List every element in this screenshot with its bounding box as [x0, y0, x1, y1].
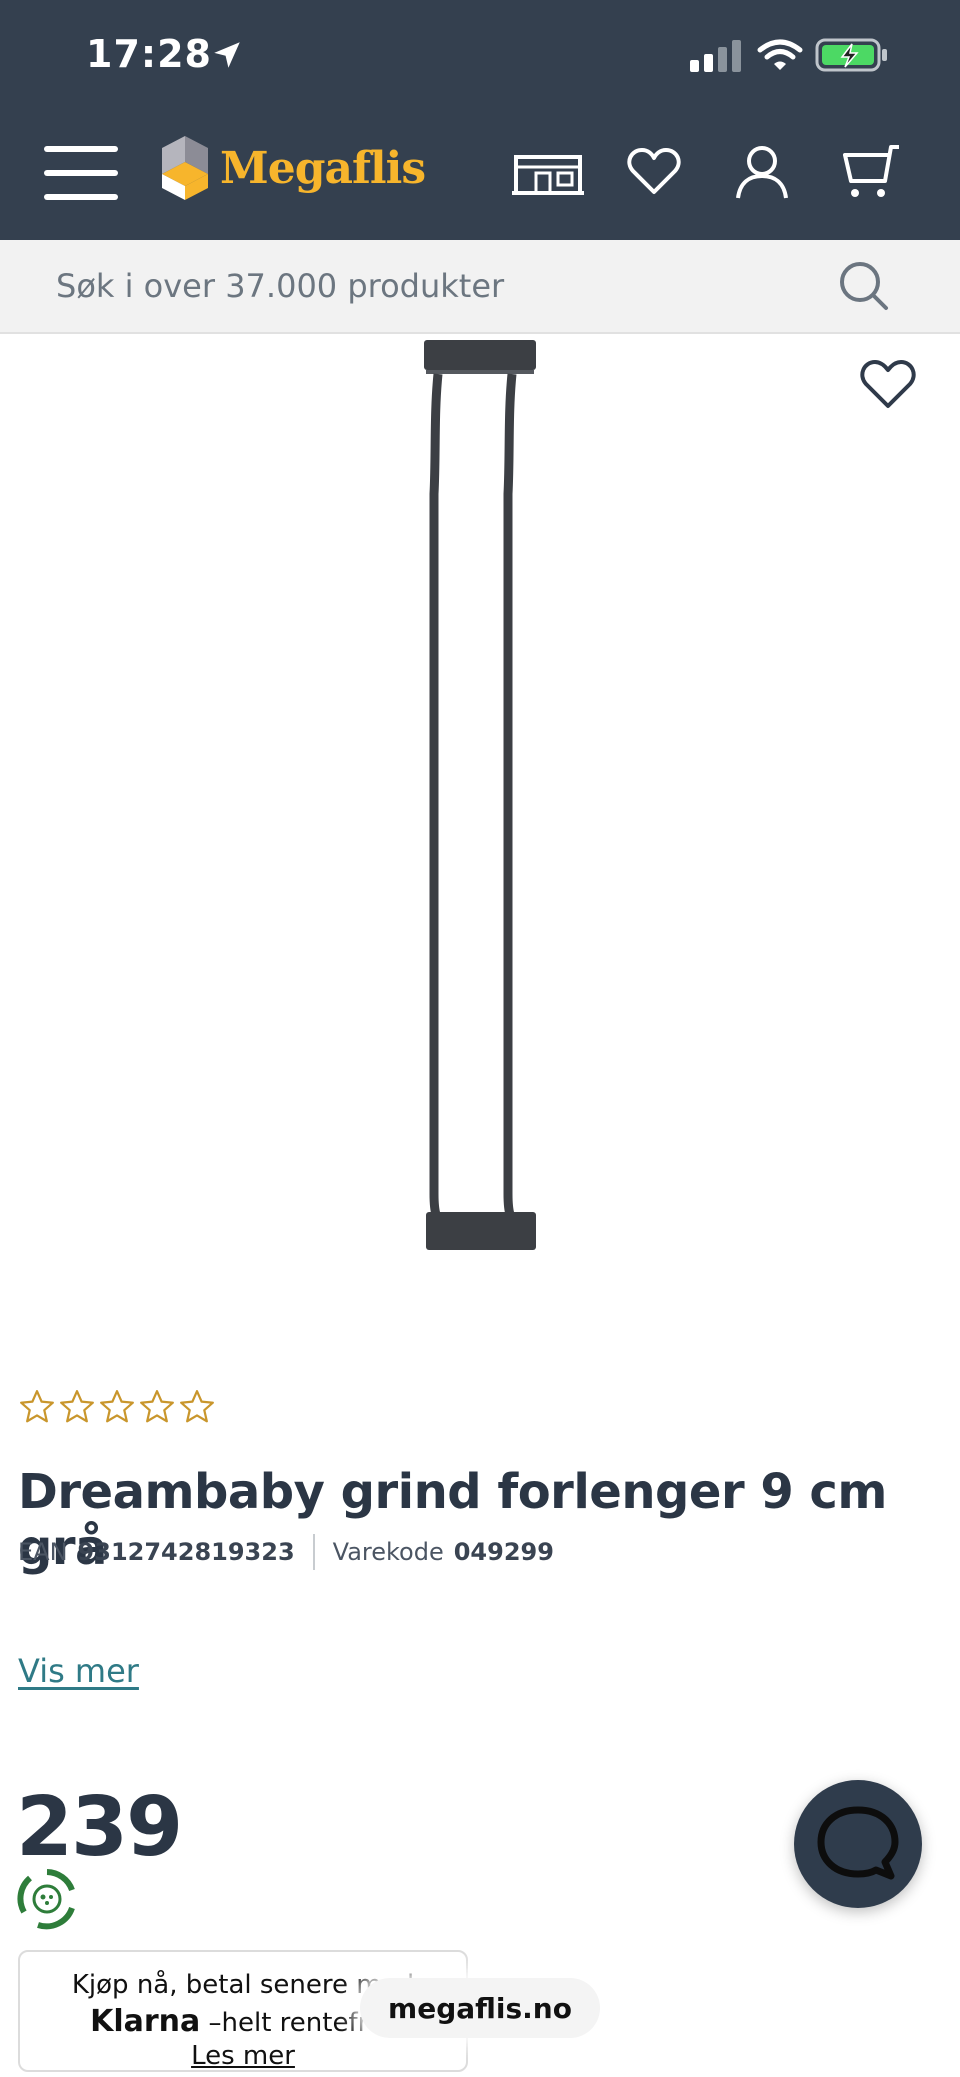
logo[interactable]: Megaflis — [160, 136, 426, 200]
status-time: 17:28 — [86, 32, 212, 76]
code-value: 049299 — [453, 1538, 554, 1566]
wifi-icon — [757, 39, 803, 70]
browser-url-bar[interactable]: megaflis.no — [360, 1978, 600, 2038]
favorite-icon[interactable] — [858, 354, 918, 414]
store-icon — [512, 155, 584, 195]
show-more-link[interactable]: Vis mer — [18, 1652, 139, 1690]
cart-icon — [843, 145, 899, 197]
store-button[interactable] — [510, 140, 586, 204]
header: 17:28 Megaflis — [0, 0, 960, 240]
recycle-icon — [17, 1869, 75, 1930]
star-icon — [140, 1390, 174, 1423]
product-codes: EAN 9312742819323 Varekode 049299 — [18, 1534, 554, 1570]
wishlist-button[interactable] — [616, 140, 692, 204]
rating-stars[interactable] — [18, 1388, 216, 1426]
search-bar — [0, 240, 960, 334]
product-price: 239 — [16, 1780, 183, 1875]
code-label: Varekode — [332, 1538, 444, 1566]
divider — [312, 1534, 315, 1570]
ean-label: EAN — [18, 1538, 68, 1566]
logo-text: Megaflis — [220, 142, 426, 194]
star-icon — [100, 1390, 134, 1423]
star-icon — [180, 1390, 214, 1423]
star-icon — [60, 1390, 94, 1423]
search-input[interactable] — [56, 240, 816, 332]
account-button[interactable] — [724, 140, 800, 204]
heart-icon — [627, 148, 681, 194]
product-image — [424, 340, 536, 1250]
chat-button[interactable] — [794, 1780, 922, 1908]
ean-value: 9312742819323 — [77, 1538, 295, 1566]
menu-line — [44, 170, 118, 176]
location-arrow-icon — [214, 42, 240, 68]
menu-line — [44, 194, 118, 200]
user-icon — [736, 146, 788, 199]
logo-mark-icon — [162, 136, 208, 200]
battery-charging-icon — [815, 38, 887, 72]
star-icon — [20, 1390, 54, 1423]
klarna-read-more-link[interactable]: Les mer — [20, 2041, 466, 2071]
search-icon[interactable] — [836, 258, 892, 314]
menu-button[interactable] — [44, 146, 118, 200]
cart-button[interactable] — [832, 140, 908, 204]
chat-bubble-icon — [817, 1806, 899, 1880]
klarna-brand: Klarna — [90, 2004, 201, 2039]
cell-signal-icon — [690, 40, 741, 72]
menu-line — [44, 146, 118, 152]
